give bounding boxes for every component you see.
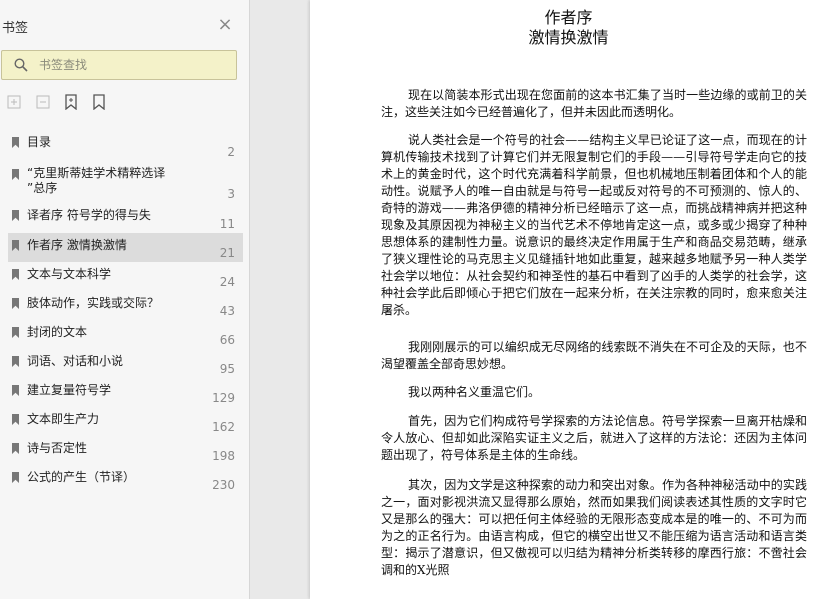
bookmark-page: 2: [227, 145, 235, 159]
bookmark-icon: [12, 472, 19, 483]
bookmark-label: 词语、对话和小说: [27, 354, 124, 368]
bookmark-label: 封闭的文本: [27, 325, 88, 339]
bookmark-label: 文本与文本科学: [27, 267, 112, 281]
bookmark-page: 198: [212, 449, 235, 463]
bookmark-item-translator-preface[interactable]: 译者序 符号学的得与失 11: [8, 204, 243, 233]
bookmark-icon: [12, 240, 19, 251]
bookmark-item-chapter-6[interactable]: 文本即生产力 162: [8, 407, 243, 436]
bookmark-label: 目录: [27, 135, 52, 149]
paragraph: 我刚刚展示的可以编织成无尽网络的线索既不消失在不可企及的天际，也不渴望覆盖全部奇…: [381, 340, 807, 371]
bookmark-icon: [12, 269, 19, 280]
bookmark-page: 11: [219, 217, 235, 231]
expand-all-icon[interactable]: [6, 94, 22, 110]
bookmark-page: 21: [219, 246, 235, 260]
bookmark-icon[interactable]: [91, 94, 107, 110]
bookmark-icon: [12, 356, 19, 367]
bookmark-item-chapter-1[interactable]: 文本与文本科学 24: [8, 262, 243, 291]
bookmark-label: 公式的产生（节译）: [27, 470, 136, 484]
bookmark-icon: [12, 414, 19, 425]
bookmark-page: 230: [212, 478, 235, 492]
bookmark-item-chapter-7[interactable]: 诗与否定性 198: [8, 436, 243, 465]
search-icon: [14, 58, 28, 72]
document-page: 作者序 激情换激情 现在以简装本形式出现在您面前的这本书汇集了当时一些边缘的或前…: [310, 0, 827, 599]
bookmark-icon: [12, 169, 19, 180]
bookmark-item-series-preface[interactable]: “克里斯蒂娃学术精粹选译 ”总序 3: [8, 164, 243, 204]
paragraph: 其次，因为文学是这种探索的动力和突出对象。作为各种神秘活动中的实践之一，面对影视…: [381, 478, 807, 577]
bookmark-icon: [12, 210, 19, 221]
bookmark-label: 作者序 激情换激情: [27, 238, 127, 252]
bookmark-icon: [12, 298, 19, 309]
paragraph: 说人类社会是一个符号的社会——结构主义早已论证了这一点，而现在的计算机传输技术找…: [381, 133, 807, 317]
bookmark-label: “克里斯蒂娃学术精粹选译 ”总序: [27, 166, 166, 195]
bookmark-search-box[interactable]: [1, 50, 237, 80]
bookmark-page: 3: [227, 187, 235, 201]
bookmark-page: 66: [219, 333, 235, 347]
bookmark-page: 95: [219, 362, 235, 376]
bookmark-search-input[interactable]: [39, 55, 224, 75]
bookmark-item-chapter-3[interactable]: 封闭的文本 66: [8, 320, 243, 349]
paragraph: 首先，因为它们构成符号学探索的方法论信息。符号学探索一旦离开枯燥和令人放心、但却…: [381, 414, 807, 462]
close-icon[interactable]: ×: [216, 16, 234, 35]
bookmark-icon: [12, 385, 19, 396]
bookmark-item-chapter-5[interactable]: 建立复量符号学 129: [8, 378, 243, 407]
chapter-subtitle: 激情换激情: [528, 28, 609, 47]
bookmark-icon: [12, 443, 19, 454]
bookmark-page: 43: [219, 304, 235, 318]
bookmark-item-toc[interactable]: 目录 2: [8, 132, 243, 159]
bookmark-icon: [12, 327, 19, 338]
bookmark-page: 129: [212, 391, 235, 405]
bookmark-item-chapter-2[interactable]: 肢体动作，实践或交际？ 43: [8, 291, 243, 320]
bookmark-label: 肢体动作，实践或交际？: [27, 296, 160, 310]
bookmark-item-author-preface[interactable]: 作者序 激情换激情 21: [8, 233, 243, 262]
paragraph: 现在以简装本形式出现在您面前的这本书汇集了当时一些边缘的或前卫的关注，这些关注如…: [381, 88, 807, 119]
bookmark-item-chapter-8[interactable]: 公式的产生（节译） 230: [8, 465, 243, 494]
bookmark-item-chapter-4[interactable]: 词语、对话和小说 95: [8, 349, 243, 378]
sidebar-title: 书签: [2, 21, 29, 36]
bookmark-label: 建立复量符号学: [27, 383, 112, 397]
bookmark-label: 诗与否定性: [27, 441, 88, 455]
paragraph: 我以两种名义重温它们。: [408, 385, 541, 399]
document-viewport[interactable]: 作者序 激情换激情 现在以简装本形式出现在您面前的这本书汇集了当时一些边缘的或前…: [250, 0, 827, 599]
bookmark-page: 162: [212, 420, 235, 434]
bookmark-icon: [12, 137, 19, 148]
bookmark-page: 24: [219, 275, 235, 289]
collapse-all-icon[interactable]: [35, 94, 51, 110]
add-bookmark-icon[interactable]: [63, 94, 79, 110]
bookmark-label: 文本即生产力: [27, 412, 100, 426]
bookmark-sidebar: 书签 × 目录 2 “克里斯蒂: [0, 0, 250, 599]
bookmark-label: 译者序 符号学的得与失: [27, 208, 151, 222]
